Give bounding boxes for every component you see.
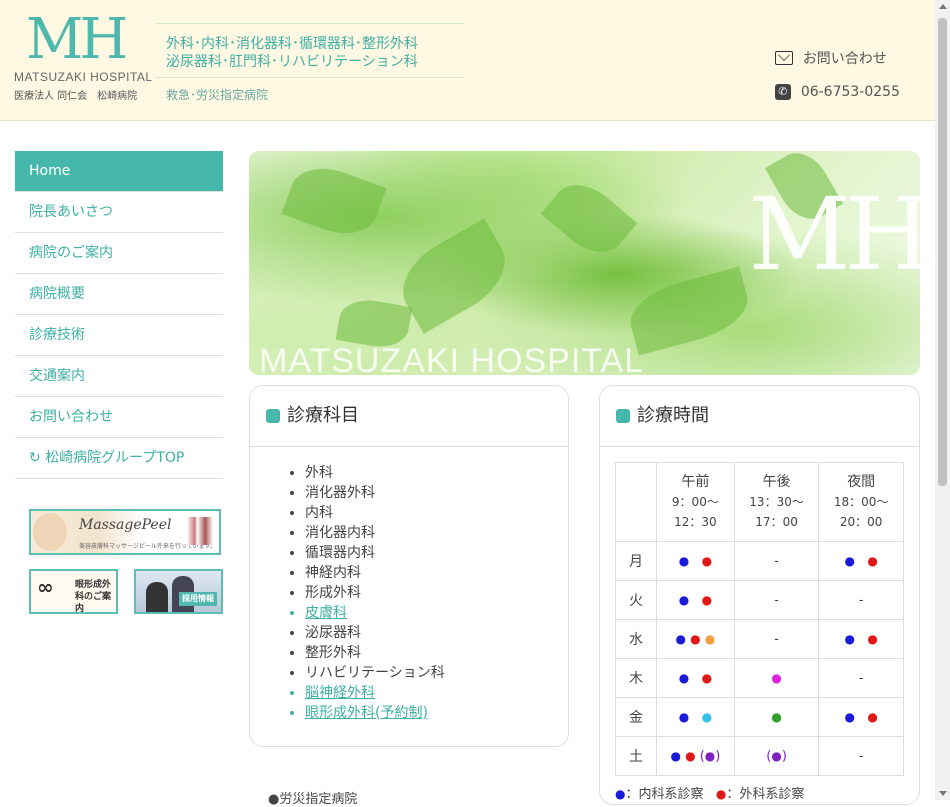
workers-comp-note: ●労災指定病院: [268, 792, 358, 807]
list-item: 消化器内科: [305, 523, 568, 543]
sidebar-item-access[interactable]: 交通案内: [15, 356, 223, 397]
table-row: 土 ● ● (●) (●) -: [615, 736, 904, 776]
departments-heading: 診療科目: [250, 386, 568, 447]
list-item: 循環器内科: [305, 543, 568, 563]
list-item: 形成外科: [305, 583, 568, 603]
hero-mark: MH: [748, 176, 920, 293]
page-scrollbar[interactable]: [935, 0, 950, 800]
table-header-afternoon: 午後 13：30〜 17：00: [733, 462, 820, 542]
sidebar-item-contact[interactable]: お問い合わせ: [15, 397, 223, 438]
massage-peel-banner[interactable]: MassagePeel 美容皮膚科マッサージピール外来を行っています。: [29, 509, 221, 555]
refresh-icon: ↻: [29, 450, 46, 466]
emergency-designation: 救急･労災指定病院: [166, 88, 269, 102]
list-item: リハビリテーション科: [305, 663, 568, 683]
hours-table: 午前 9：00〜 12：30 午後 13：30〜 17：00 夜間 18：00〜 20：00…: [615, 462, 904, 776]
sidebar-item-guide[interactable]: 病院のご案内: [15, 233, 223, 274]
sidebar-item-home[interactable]: Home: [15, 151, 223, 192]
hospital-logo[interactable]: MH MATSUZAKI HOSPITAL 医療法人 同仁会 松崎病院: [14, 7, 154, 103]
product-image: [187, 517, 213, 545]
glasses-icon: ∞: [37, 575, 54, 599]
table-row: 金 ● ● ● ● ●: [615, 697, 904, 737]
hours-panel: 診療時間 午前 9：00〜 12：30 午後 13：30〜 17：00 夜間 18：00〜…: [599, 385, 920, 805]
table-row: 火 ● ● - -: [615, 580, 904, 620]
list-item: 整形外科: [305, 643, 568, 663]
hero-image: MH MATSUZAKI HOSPITAL: [249, 151, 920, 375]
departments-list: 外科 消化器外科 内科 消化器内科 循環器内科 神経内科 形成外科 皮膚科 泌尿…: [250, 463, 568, 723]
eye-surgery-text: 眼形成外科のご案内: [75, 580, 112, 614]
table-header-empty: [615, 462, 657, 542]
site-header: MH MATSUZAKI HOSPITAL 医療法人 同仁会 松崎病院 外科･内…: [0, 0, 935, 121]
massage-peel-title: MassagePeel: [79, 517, 172, 533]
recruit-text: 採用情報: [179, 592, 217, 606]
scroll-thumb[interactable]: [938, 18, 947, 486]
table-row: 木 ● ● ● -: [615, 658, 904, 698]
square-icon: [266, 409, 280, 423]
sidebar-item-overview[interactable]: 病院概要: [15, 274, 223, 315]
contact-label: お問い合わせ: [802, 51, 887, 67]
hours-legend: ●：内科系診察 ●：外科系診察: [615, 787, 805, 802]
eye-surgery-banner[interactable]: ∞ 眼形成外科のご案内: [29, 569, 118, 614]
square-icon: [616, 409, 630, 423]
logo-mark: MH: [26, 7, 128, 72]
scroll-down-icon[interactable]: [939, 791, 947, 796]
phone-link[interactable]: ✆ 06-6753-0255: [774, 82, 900, 102]
hours-heading: 診療時間: [600, 386, 919, 447]
table-row: 月 ● ● - ● ●: [615, 541, 904, 581]
logo-english-name: MATSUZAKI HOSPITAL: [14, 70, 153, 84]
logo-japanese-name: 医療法人 同仁会 松崎病院: [14, 91, 138, 102]
list-item: 消化器外科: [305, 483, 568, 503]
recruit-banner[interactable]: 採用情報: [134, 569, 223, 614]
hero-hospital-name: MATSUZAKI HOSPITAL: [259, 342, 645, 375]
list-item: 内科: [305, 503, 568, 523]
departments-panel: 診療科目 外科 消化器外科 内科 消化器内科 循環器内科 神経内科 形成外科 皮…: [249, 385, 569, 747]
phone-number: 06-6753-0255: [800, 84, 900, 100]
mail-icon: [774, 51, 793, 65]
table-header-evening: 夜間 18：00〜 20：00: [818, 462, 904, 542]
sidebar-item-technology[interactable]: 診療技術: [15, 315, 223, 356]
header-departments: 外科･内科･消化器科･循環器科･整形外科 泌尿器科･肛門科･リハビリテーション科…: [155, 23, 465, 103]
table-row: 水 ● ● ● - ● ●: [615, 619, 904, 659]
contact-link[interactable]: お問い合わせ: [774, 48, 900, 68]
depts-line-2: 泌尿器科･肛門科･リハビリテーション科: [166, 54, 418, 70]
sidebar-nav: Home 院長あいさつ 病院のご案内 病院概要 診療技術 交通案内 お問い合わせ…: [15, 151, 223, 614]
person-image: [146, 582, 168, 612]
oculoplastic-link[interactable]: 眼形成外科(予約制): [305, 703, 568, 723]
list-item: 泌尿器科: [305, 623, 568, 643]
face-image: [33, 513, 67, 551]
neurosurgery-link[interactable]: 脳神経外科: [305, 683, 568, 703]
depts-line-1: 外科･内科･消化器科･循環器科･整形外科: [166, 36, 418, 52]
header-contact: お問い合わせ ✆ 06-6753-0255: [774, 48, 900, 116]
table-header-morning: 午前 9：00〜 12：30: [656, 462, 735, 542]
list-item: 外科: [305, 463, 568, 483]
list-item: 神経内科: [305, 563, 568, 583]
sidebar-item-group-top[interactable]: ↻ 松崎病院グループTOP: [15, 438, 223, 479]
scroll-up-icon[interactable]: [939, 4, 947, 9]
dermatology-link[interactable]: 皮膚科: [305, 603, 568, 623]
phone-icon: ✆: [774, 84, 791, 100]
sidebar-item-greeting[interactable]: 院長あいさつ: [15, 192, 223, 233]
